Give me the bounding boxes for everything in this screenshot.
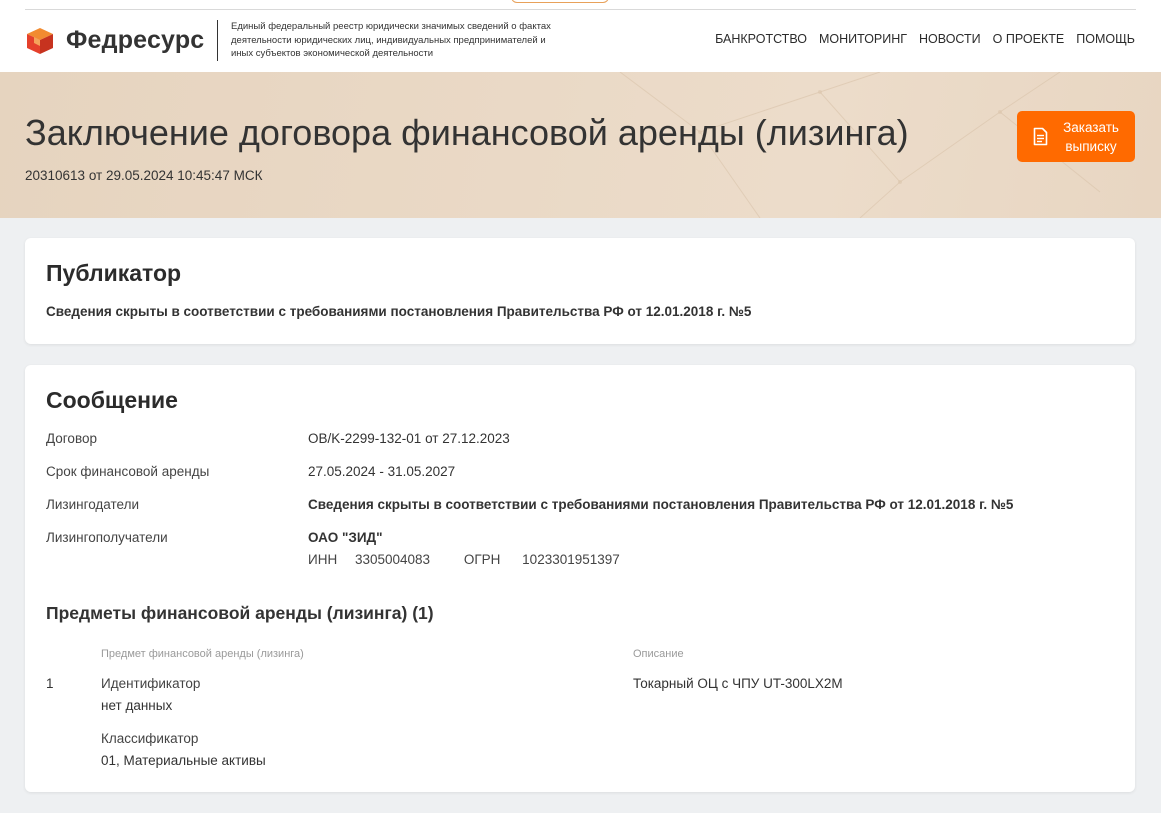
hero-banner: Заключение договора финансовой аренды (л… <box>0 72 1161 218</box>
message-number-date: 20310613 от 29.05.2024 10:45:47 МСК <box>25 168 263 183</box>
inn-label: ИНН <box>308 552 338 567</box>
lease-term-value: 27.05.2024 - 31.05.2027 <box>308 464 456 479</box>
fedresurs-cube-icon[interactable] <box>25 26 55 56</box>
message-title: Сообщение <box>46 387 178 413</box>
ogrn-label: ОГРН <box>463 552 501 567</box>
item-description: Токарный ОЦ с ЧПУ UT-300LX2M <box>633 676 843 691</box>
lease-items-title: Предметы финансовой аренды (лизинга) (1) <box>46 603 434 623</box>
item-identifier-value: нет данных <box>101 698 173 713</box>
col-header-description: Описание <box>633 648 684 660</box>
nav-about[interactable]: О ПРОЕКТЕ <box>993 32 1065 46</box>
publisher-title: Публикатор <box>46 260 182 286</box>
top-tab[interactable] <box>511 0 609 3</box>
lessee-name[interactable]: ОАО "ЗИД" <box>308 530 383 545</box>
main-nav: БАНКРОТСТВО МОНИТОРИНГ НОВОСТИ О ПРОЕКТЕ… <box>715 32 1135 46</box>
publisher-text: Сведения скрыты в соответствии с требова… <box>46 304 752 319</box>
lease-term-label: Срок финансовой аренды <box>46 464 210 479</box>
item-identifier-label: Идентификатор <box>101 676 201 691</box>
item-classifier-value: 01, Материальные активы <box>101 753 266 768</box>
nav-news[interactable]: НОВОСТИ <box>919 32 981 46</box>
publisher-card: Публикатор Сведения скрыты в соответстви… <box>25 238 1135 344</box>
lessee-meta: ИНН 3305004083 ОГРН 1023301951397 <box>308 552 620 567</box>
inn-value: 3305004083 <box>354 552 431 567</box>
lessees-label: Лизингополучатели <box>46 530 168 545</box>
order-extract-button[interactable]: Заказать выписку <box>1017 111 1135 162</box>
nav-help[interactable]: ПОМОЩЬ <box>1076 32 1135 46</box>
contract-label: Договор <box>46 431 97 446</box>
col-header-item: Предмет финансовой аренды (лизинга) <box>101 648 304 660</box>
lessors-label: Лизингодатели <box>46 497 140 512</box>
top-strip <box>0 0 1161 10</box>
nav-monitoring[interactable]: МОНИТОРИНГ <box>819 32 907 46</box>
order-button-line1: Заказать <box>1063 119 1119 135</box>
lessors-value: Сведения скрыты в соответствии с требова… <box>308 497 1014 512</box>
logo-separator <box>217 20 218 61</box>
ogrn-value: 1023301951397 <box>522 552 620 567</box>
item-number: 1 <box>46 676 54 691</box>
order-button-label: Заказать выписку <box>1058 118 1124 156</box>
document-icon <box>1033 127 1048 146</box>
order-button-line2: выписку <box>1065 138 1117 154</box>
message-card: Сообщение Договор OB/K-2299-132-01 от 27… <box>25 365 1135 792</box>
nav-bankruptcy[interactable]: БАНКРОТСТВО <box>715 32 807 46</box>
item-classifier-label: Классификатор <box>101 731 199 746</box>
contract-value: OB/K-2299-132-01 от 27.12.2023 <box>308 431 510 446</box>
page-title: Заключение договора финансовой аренды (л… <box>25 112 909 153</box>
logo-text[interactable]: Федресурс <box>66 26 204 55</box>
site-tagline: Единый федеральный реестр юридически зна… <box>231 21 551 60</box>
site-header: Федресурс Единый федеральный реестр юрид… <box>0 10 1161 72</box>
